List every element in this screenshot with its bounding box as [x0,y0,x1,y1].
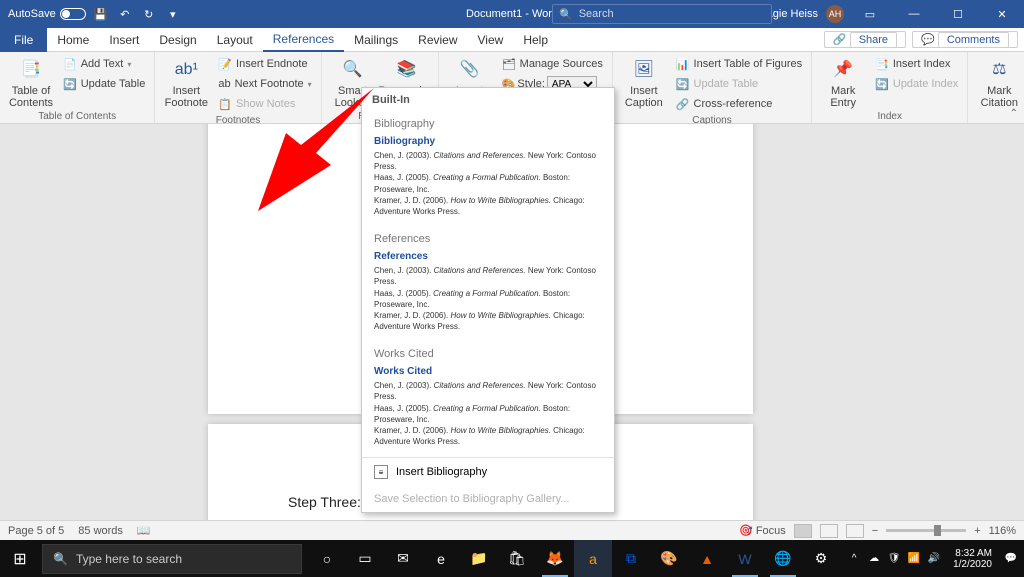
wifi-icon[interactable]: 📶 [907,552,921,566]
zoom-in-icon[interactable]: + [974,525,980,537]
bibliography-dropdown: Built-In Bibliography Bibliography Chen,… [361,87,615,513]
onedrive-icon[interactable]: ☁ [867,552,881,566]
chrome-icon[interactable]: 🌐 [764,540,802,577]
update-table-button[interactable]: 🔄 Update Table [60,75,148,93]
status-bar: Page 5 of 5 85 words 📖 🎯 Focus − + 116% [0,520,1024,540]
smart-lookup-icon: 🔍 [340,57,366,83]
notifications-icon[interactable]: 💬 [1004,552,1018,566]
update-table-button: 🔄 Update Table [673,75,805,93]
spell-check-icon[interactable]: 📖 [137,524,151,537]
comments-button[interactable]: 💬 Comments [912,31,1018,48]
minimize-icon[interactable]: — [896,0,932,28]
read-mode-view-icon[interactable] [820,524,838,538]
zoom-slider[interactable] [886,529,966,532]
insert-endnote-button[interactable]: 📝 Insert Endnote [215,55,314,73]
tab-mailings[interactable]: Mailings [344,28,408,52]
dropdown-header: Built-In [362,88,614,112]
tab-view[interactable]: View [468,28,514,52]
page-number[interactable]: Page 5 of 5 [8,525,64,537]
security-icon[interactable]: 🛡 [887,552,901,566]
taskbar: ⊞ 🔍Type here to search ○ ▭ ✉ e 📁 🛍 🦊 a ⧉… [0,540,1024,577]
mark-citation-button[interactable]: ⚖Mark Citation [974,55,1024,109]
user-name[interactable]: Agie Heiss [765,8,818,20]
update-index-button: 🔄 Update Index [872,75,961,93]
document-title: Document1 - Word [466,8,558,20]
print-layout-view-icon[interactable] [794,524,812,538]
amazon-icon[interactable]: a [574,540,612,577]
menu-tabs: File Home Insert Design Layout Reference… [0,28,1024,52]
gallery-works-cited[interactable]: Works Cited Works Cited Chen, J. (2003).… [362,342,614,457]
tray-up-icon[interactable]: ^ [847,552,861,566]
insert-caption-button[interactable]: 🖼Insert Caption [619,55,669,113]
qat-more-icon[interactable]: ▾ [164,5,182,23]
redo-icon[interactable]: ↻ [140,5,158,23]
mark-entry-icon: 📌 [830,57,856,83]
researcher-icon: 📚 [394,57,420,83]
mark-citation-icon: ⚖ [986,57,1012,83]
start-button[interactable]: ⊞ [0,540,40,577]
edge-icon[interactable]: e [422,540,460,577]
share-button[interactable]: 🔗 Share [824,31,906,48]
zoom-out-icon[interactable]: − [872,525,878,537]
insert-biblio-icon: ≡ [374,465,388,479]
search-icon: 🔍 [559,8,573,21]
search-icon: 🔍 [53,552,68,566]
annotation-arrow [236,83,376,213]
gallery-bibliography[interactable]: Bibliography Bibliography Chen, J. (2003… [362,112,614,227]
close-icon[interactable]: ✕ [984,0,1020,28]
group-label: Index [818,109,961,124]
save-selection-option: Save Selection to Bibliography Gallery..… [362,486,614,512]
firefox-icon[interactable]: 🦊 [536,540,574,577]
gallery-references[interactable]: References References Chen, J. (2003). C… [362,227,614,342]
task-view-icon[interactable]: ▭ [346,540,384,577]
taskbar-search[interactable]: 🔍Type here to search [42,544,302,574]
explorer-icon[interactable]: 📁 [460,540,498,577]
settings-icon[interactable]: ⚙ [802,540,840,577]
ribbon-display-icon[interactable]: ▭ [852,0,888,28]
cross-reference-button[interactable]: 🔗 Cross-reference [673,95,805,113]
volume-icon[interactable]: 🔊 [927,552,941,566]
footnote-icon: ab¹ [173,57,199,83]
dropbox-icon[interactable]: ⧉ [612,540,650,577]
clock[interactable]: 8:32 AM 1/2/2020 [947,548,998,570]
vlc-icon[interactable]: ▲ [688,540,726,577]
search-box[interactable]: 🔍 Search [552,4,772,24]
tab-references[interactable]: References [263,28,344,52]
gimp-icon[interactable]: 🎨 [650,540,688,577]
mark-entry-button[interactable]: 📌Mark Entry [818,55,868,109]
tab-home[interactable]: Home [47,28,99,52]
collapse-ribbon-icon[interactable]: ⌃ [1010,108,1018,119]
titlebar: AutoSave 💾 ↶ ↻ ▾ Document1 - Word 🔍 Sear… [0,0,1024,28]
undo-icon[interactable]: ↶ [116,5,134,23]
word-icon[interactable]: W [726,540,764,577]
zoom-level[interactable]: 116% [989,525,1016,537]
word-count[interactable]: 85 words [78,525,123,537]
insert-bibliography-option[interactable]: ≡Insert Bibliography [362,458,614,486]
web-layout-view-icon[interactable] [846,524,864,538]
insert-footnote-button[interactable]: ab¹Insert Footnote [161,55,211,113]
save-icon[interactable]: 💾 [92,5,110,23]
insert-table-figures-button[interactable]: 📊 Insert Table of Figures [673,55,805,73]
table-of-contents-button[interactable]: 📑Table of Contents [6,55,56,109]
avatar[interactable]: AH [826,5,844,23]
toc-icon: 📑 [18,57,44,83]
insert-index-button[interactable]: 📑 Insert Index [872,55,961,73]
store-icon[interactable]: 🛍 [498,540,536,577]
caption-icon: 🖼 [631,57,657,83]
tab-insert[interactable]: Insert [99,28,149,52]
group-label: Table of Contents [6,109,148,124]
focus-mode[interactable]: 🎯 Focus [739,524,786,537]
mail-icon[interactable]: ✉ [384,540,422,577]
tab-layout[interactable]: Layout [207,28,263,52]
maximize-icon[interactable]: ☐ [940,0,976,28]
autosave-toggle[interactable]: AutoSave [8,8,86,20]
tab-file[interactable]: File [0,28,47,52]
citation-icon: 📎 [457,57,483,83]
manage-sources-button[interactable]: 🗂 Manage Sources [499,55,606,73]
cortana-icon[interactable]: ○ [308,540,346,577]
add-text-button[interactable]: 📄 Add Text [60,55,148,73]
tab-design[interactable]: Design [149,28,206,52]
tab-help[interactable]: Help [513,28,558,52]
tab-review[interactable]: Review [408,28,467,52]
